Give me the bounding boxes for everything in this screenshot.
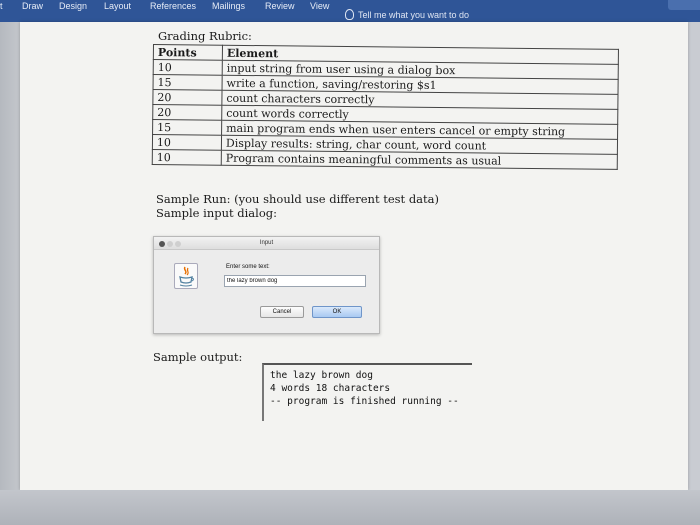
output-line: the lazy brown dog [270, 370, 373, 381]
tell-me-text: Tell me what you want to do [358, 10, 470, 20]
points-cell: 15 [152, 119, 222, 136]
points-cell: 10 [153, 59, 223, 76]
zoom-dot-icon[interactable] [175, 241, 181, 247]
minimize-dot-icon[interactable] [167, 241, 173, 247]
tab-layout[interactable]: Layout [104, 0, 131, 12]
console-output: the lazy brown dog 4 words 18 characters -… [262, 363, 472, 421]
points-cell: 10 [152, 134, 222, 151]
dialog-titlebar[interactable]: Input [154, 237, 379, 250]
tab-edge: t [0, 1, 3, 11]
dialog-prompt: Enter some text: [226, 264, 270, 270]
text-input[interactable] [224, 275, 366, 287]
points-cell: 15 [153, 74, 223, 91]
sample-run-text: Sample Run: (you should use different te… [156, 192, 439, 220]
share-button[interactable] [668, 0, 700, 10]
points-cell: 20 [152, 89, 223, 106]
java-icon [174, 263, 198, 289]
window-controls [159, 240, 183, 252]
rubric-table: Points Element 10 input string from user … [152, 44, 619, 170]
input-dialog: Input Enter some text: Cancel OK [153, 236, 380, 334]
sample-output-label: Sample output: [153, 350, 243, 364]
header-points: Points [153, 44, 223, 61]
tab-design[interactable]: Design [59, 0, 87, 12]
tab-review[interactable]: Review [265, 0, 295, 12]
lightbulb-icon [345, 9, 354, 20]
window-left-edge [0, 22, 20, 525]
rubric-title: Grading Rubric: [158, 29, 252, 43]
word-ribbon: t Draw Design Layout References Mailings… [0, 0, 700, 22]
output-line: 4 words 18 characters [270, 383, 391, 394]
sample-input-line: Sample input dialog: [156, 206, 278, 220]
points-cell: 10 [152, 149, 222, 166]
tab-references[interactable]: References [150, 0, 196, 12]
ok-button[interactable]: OK [312, 306, 362, 318]
output-line: -- program is finished running -- [270, 396, 459, 407]
points-cell: 20 [152, 104, 222, 121]
tab-view[interactable]: View [310, 0, 329, 12]
sample-run-line: Sample Run: (you should use different te… [156, 192, 440, 206]
tab-draw[interactable]: Draw [22, 0, 43, 12]
tab-mailings[interactable]: Mailings [212, 0, 245, 12]
tell-me-search[interactable]: Tell me what you want to do [345, 9, 469, 20]
cancel-button[interactable]: Cancel [260, 306, 304, 318]
dialog-title: Input [259, 240, 274, 246]
screen-bottom-shade [0, 490, 700, 525]
close-dot-icon[interactable] [159, 241, 165, 247]
